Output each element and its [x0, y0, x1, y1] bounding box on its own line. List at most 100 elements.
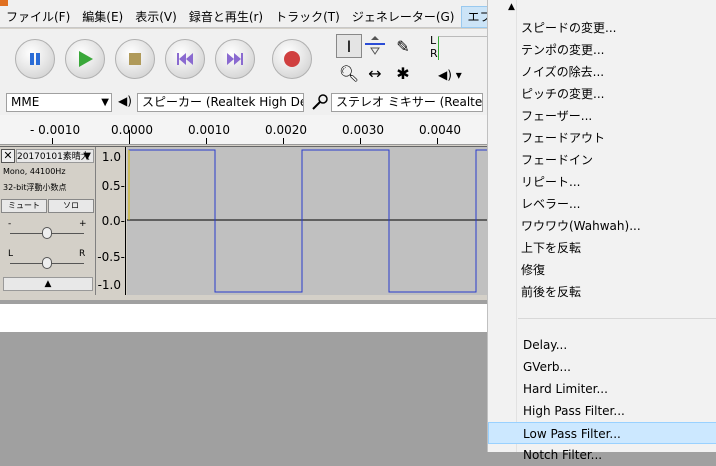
menu-item[interactable]: フェードアウト — [488, 127, 716, 149]
timeline-ruler[interactable]: - 0.0010 0.0000 0.0010 0.0020 0.0030 0.0… — [0, 115, 487, 145]
menu-bar: ファイル(F) 編集(E) 表示(V) 録音と再生(r) トラック(T) ジェネ… — [0, 5, 551, 28]
output-device-select[interactable]: スピーカー (Realtek High Def — [137, 93, 304, 112]
ruler-tick — [360, 138, 361, 144]
speaker-icon: ◀) — [438, 68, 452, 82]
timeshift-tool[interactable]: ↔ — [362, 61, 388, 85]
skip-start-icon — [177, 53, 193, 65]
audacity-window: ファイル(F) 編集(E) 表示(V) 録音と再生(r) トラック(T) ジェネ… — [0, 0, 551, 300]
menu-view[interactable]: 表示(V) — [129, 7, 183, 27]
chevron-down-icon: ▼ — [83, 151, 91, 162]
menu-tracks[interactable]: トラック(T) — [269, 7, 346, 27]
menu-generate[interactable]: ジェネレーター(G) — [346, 7, 461, 27]
skip-start-button[interactable] — [165, 39, 205, 79]
menu-separator — [518, 318, 716, 319]
pencil-icon: ✎ — [396, 36, 410, 56]
magnifier-icon: 🔍︎ — [338, 63, 360, 83]
envelope-icon — [365, 36, 385, 55]
menu-item[interactable]: 前後を反転 — [488, 281, 716, 303]
pause-icon — [30, 53, 40, 65]
selection-tool[interactable]: I — [336, 34, 362, 58]
zoom-tool[interactable]: 🔍︎ — [336, 61, 362, 85]
menu-item[interactable]: フェードイン — [488, 149, 716, 171]
menu-item[interactable]: 修復 — [488, 259, 716, 281]
audio-track: ✕ 20170101素晴大 ▼ Mono, 44100Hz 32-bit浮動小数点… — [0, 146, 487, 295]
track-bitdepth: 32-bit浮動小数点 — [3, 183, 67, 192]
tools-toolbar: I ✎ 🔍︎ ↔ ✱ — [334, 32, 424, 88]
menu-transport[interactable]: 録音と再生(r) — [183, 7, 269, 27]
track-name-menu[interactable]: 20170101素晴大 ▼ — [16, 149, 94, 163]
recording-meter[interactable] — [438, 36, 488, 60]
chevron-down-icon: ▼ — [101, 97, 109, 108]
double-arrow-icon: ↔ — [368, 63, 382, 83]
asterisk-icon: ✱ — [396, 63, 410, 83]
pan-left-label: L — [8, 249, 14, 259]
menu-item[interactable]: GVerb... — [488, 356, 716, 378]
ruler-label: 0.0030 — [342, 123, 384, 137]
menu-item[interactable]: ワウワウ(Wahwah)... — [488, 215, 716, 237]
waveform-display[interactable] — [127, 147, 487, 295]
menu-item[interactable]: 上下を反転 — [488, 237, 716, 259]
transport-toolbar: I ✎ 🔍︎ ↔ ✱ L R ◀) ▾ — [0, 29, 488, 89]
menu-item[interactable]: スピードの変更... — [488, 17, 716, 39]
menu-item[interactable]: リピート... — [488, 171, 716, 193]
stop-button[interactable] — [115, 39, 155, 79]
mic-meter-menu[interactable]: ◀) ▾ — [438, 68, 462, 82]
track-format: Mono, 44100Hz — [3, 167, 66, 176]
menu-item[interactable]: ノイズの除去... — [488, 61, 716, 83]
scale-label: 0.0- — [101, 214, 125, 228]
waveform — [127, 149, 487, 293]
play-button[interactable] — [65, 39, 105, 79]
menu-item[interactable]: Delay... — [488, 334, 716, 356]
record-icon — [284, 51, 300, 67]
menu-file[interactable]: ファイル(F) — [0, 7, 76, 27]
track-control-panel: ✕ 20170101素晴大 ▼ Mono, 44100Hz 32-bit浮動小数点… — [0, 147, 96, 295]
input-device-select[interactable]: ステレオ ミキサー (Realtek Hig — [331, 93, 483, 112]
envelope-tool[interactable] — [362, 34, 388, 58]
track-name: 20170101素晴大 — [17, 152, 90, 162]
effect-menu: ▲ スピードの変更... テンポの変更... ノイズの除去... ピッチの変更.… — [487, 0, 716, 462]
close-icon: ✕ — [3, 149, 13, 162]
scale-label: 0.5- — [101, 179, 125, 193]
close-track-button[interactable]: ✕ — [1, 149, 15, 163]
menu-item[interactable]: Hard Limiter... — [488, 378, 716, 400]
menu-item[interactable]: Notch Filter... — [488, 444, 716, 466]
pan-slider-thumb[interactable] — [42, 257, 52, 269]
audio-host-select[interactable]: MME ▼ — [6, 93, 112, 112]
microphone-icon — [312, 94, 328, 110]
menu-item[interactable]: テンポの変更... — [488, 39, 716, 61]
record-button[interactable] — [272, 39, 312, 79]
gain-slider-thumb[interactable] — [42, 227, 52, 239]
meter-right-label: R — [430, 47, 438, 60]
gain-minus-label: - — [8, 219, 12, 229]
device-toolbar: MME ▼ ◀) スピーカー (Realtek High Def ステレオ ミキサ… — [0, 89, 487, 115]
menu-item[interactable]: レベラー... — [488, 193, 716, 215]
menu-item[interactable]: High Pass Filter... — [488, 400, 716, 422]
draw-tool[interactable]: ✎ — [390, 34, 416, 58]
ruler-label: 0.0020 — [265, 123, 307, 137]
output-device-value: スピーカー (Realtek High Def — [142, 95, 304, 109]
scroll-up-icon[interactable]: ▲ — [508, 2, 515, 12]
gain-plus-label: + — [79, 219, 87, 229]
mute-button[interactable]: ミュート — [1, 199, 47, 213]
skip-end-button[interactable] — [215, 39, 255, 79]
menu-item[interactable]: ピッチの変更... — [488, 83, 716, 105]
playhead-marker — [129, 130, 130, 144]
scale-label: 1.0 — [101, 150, 121, 164]
ruler-tick — [437, 138, 438, 144]
menu-item[interactable]: フェーザー... — [488, 105, 716, 127]
collapse-track-button[interactable]: ▲ — [3, 277, 93, 291]
ruler-tick — [52, 138, 53, 144]
meter-left-label: L — [430, 34, 437, 47]
pan-right-label: R — [79, 249, 86, 259]
ruler-label: - 0.0010 — [30, 123, 81, 137]
menu-item-highlighted[interactable]: Low Pass Filter... — [488, 422, 716, 444]
ruler-label: 0.0000 — [111, 123, 153, 137]
solo-button[interactable]: ソロ — [48, 199, 94, 213]
stop-icon — [129, 53, 141, 65]
chevron-up-icon: ▲ — [44, 279, 52, 289]
menu-edit[interactable]: 編集(E) — [76, 7, 129, 27]
pause-button[interactable] — [15, 39, 55, 79]
audio-host-value: MME — [11, 95, 40, 109]
vertical-ruler[interactable]: 1.0 0.5- 0.0- -0.5- -1.0 — [96, 147, 126, 295]
multi-tool[interactable]: ✱ — [390, 61, 416, 85]
